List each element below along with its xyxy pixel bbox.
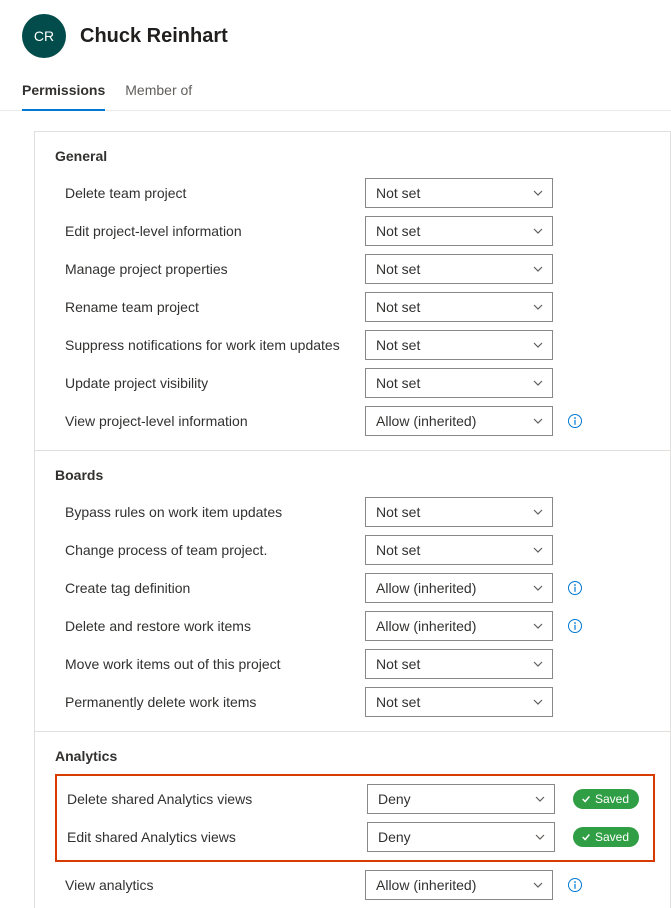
saved-badge: Saved (573, 789, 639, 809)
perm-label: Bypass rules on work item updates (65, 504, 365, 520)
section-title-general: General (35, 132, 670, 174)
chevron-down-icon (534, 793, 546, 805)
perm-select-suppress-notifications[interactable]: Not set (365, 330, 553, 360)
tab-permissions[interactable]: Permissions (22, 72, 105, 110)
perm-select-delete-analytics-views[interactable]: Deny (367, 784, 555, 814)
select-value: Not set (376, 504, 420, 520)
chevron-down-icon (532, 339, 544, 351)
perm-row-change-process: Change process of team project. Not set (35, 531, 670, 569)
perm-select-view-analytics[interactable]: Allow (inherited) (365, 870, 553, 900)
select-value: Not set (376, 185, 420, 201)
perm-label: Suppress notifications for work item upd… (65, 337, 365, 353)
perm-select-delete-team-project[interactable]: Not set (365, 178, 553, 208)
select-value: Not set (376, 694, 420, 710)
select-value: Not set (376, 375, 420, 391)
perm-row-delete-restore: Delete and restore work items Allow (inh… (35, 607, 670, 645)
perm-label: Manage project properties (65, 261, 365, 277)
chevron-down-icon (534, 831, 546, 843)
perm-select-move-out[interactable]: Not set (365, 649, 553, 679)
perm-label: Delete shared Analytics views (67, 791, 367, 807)
section-title-boards: Boards (35, 451, 670, 493)
select-value: Not set (376, 299, 420, 315)
user-header: CR Chuck Reinhart (0, 0, 671, 66)
perm-row-view-project-info: View project-level information Allow (in… (35, 402, 670, 440)
select-value: Allow (inherited) (376, 580, 476, 596)
chevron-down-icon (532, 582, 544, 594)
info-icon[interactable] (567, 877, 583, 893)
perm-row-delete-team-project: Delete team project Not set (35, 174, 670, 212)
perm-label: Update project visibility (65, 375, 365, 391)
perm-select-view-project-info[interactable]: Allow (inherited) (365, 406, 553, 436)
check-icon (581, 794, 591, 804)
perm-select-bypass-rules[interactable]: Not set (365, 497, 553, 527)
chevron-down-icon (532, 225, 544, 237)
perm-label: Delete and restore work items (65, 618, 365, 634)
select-value: Not set (376, 542, 420, 558)
chevron-down-icon (532, 415, 544, 427)
chevron-down-icon (532, 620, 544, 632)
perm-row-bypass-rules: Bypass rules on work item updates Not se… (35, 493, 670, 531)
select-value: Not set (376, 337, 420, 353)
select-value: Allow (inherited) (376, 413, 476, 429)
perm-row-update-visibility: Update project visibility Not set (35, 364, 670, 402)
highlight-box: Delete shared Analytics views Deny Saved… (55, 774, 655, 862)
tab-member-of[interactable]: Member of (125, 72, 192, 110)
select-value: Not set (376, 656, 420, 672)
perm-select-perm-delete[interactable]: Not set (365, 687, 553, 717)
permissions-panel: General Delete team project Not set Edit… (34, 131, 671, 908)
chevron-down-icon (532, 187, 544, 199)
perm-select-delete-restore[interactable]: Allow (inherited) (365, 611, 553, 641)
info-icon[interactable] (567, 413, 583, 429)
perm-label: Create tag definition (65, 580, 365, 596)
perm-row-suppress-notifications: Suppress notifications for work item upd… (35, 326, 670, 364)
perm-row-manage-project-props: Manage project properties Not set (35, 250, 670, 288)
chevron-down-icon (532, 658, 544, 670)
chevron-down-icon (532, 879, 544, 891)
chevron-down-icon (532, 544, 544, 556)
select-value: Not set (376, 261, 420, 277)
perm-row-edit-analytics-views: Edit shared Analytics views Deny Saved (57, 818, 651, 856)
perm-label: Permanently delete work items (65, 694, 365, 710)
perm-label: Rename team project (65, 299, 365, 315)
perm-label: Move work items out of this project (65, 656, 365, 672)
select-value: Not set (376, 223, 420, 239)
perm-row-create-tag: Create tag definition Allow (inherited) (35, 569, 670, 607)
info-icon[interactable] (567, 618, 583, 634)
tab-bar: Permissions Member of (0, 66, 671, 111)
perm-select-edit-project-info[interactable]: Not set (365, 216, 553, 246)
chevron-down-icon (532, 301, 544, 313)
chevron-down-icon (532, 506, 544, 518)
perm-label: Delete team project (65, 185, 365, 201)
select-value: Allow (inherited) (376, 618, 476, 634)
perm-select-rename-team-project[interactable]: Not set (365, 292, 553, 322)
perm-row-rename-team-project: Rename team project Not set (35, 288, 670, 326)
perm-select-update-visibility[interactable]: Not set (365, 368, 553, 398)
perm-row-edit-project-info: Edit project-level information Not set (35, 212, 670, 250)
info-icon[interactable] (567, 580, 583, 596)
chevron-down-icon (532, 696, 544, 708)
perm-select-change-process[interactable]: Not set (365, 535, 553, 565)
select-value: Deny (378, 829, 411, 845)
perm-label: Change process of team project. (65, 542, 365, 558)
select-value: Deny (378, 791, 411, 807)
perm-select-create-tag[interactable]: Allow (inherited) (365, 573, 553, 603)
perm-label: Edit project-level information (65, 223, 365, 239)
perm-row-delete-analytics-views: Delete shared Analytics views Deny Saved (57, 780, 651, 818)
perm-select-manage-project-props[interactable]: Not set (365, 254, 553, 284)
saved-badge: Saved (573, 827, 639, 847)
perm-label: View project-level information (65, 413, 365, 429)
user-name: Chuck Reinhart (80, 25, 228, 48)
perm-label: View analytics (65, 877, 365, 893)
avatar: CR (22, 14, 66, 58)
perm-row-view-analytics: View analytics Allow (inherited) (35, 866, 670, 904)
perm-row-move-out: Move work items out of this project Not … (35, 645, 670, 683)
select-value: Allow (inherited) (376, 877, 476, 893)
check-icon (581, 832, 591, 842)
perm-row-perm-delete: Permanently delete work items Not set (35, 683, 670, 721)
chevron-down-icon (532, 263, 544, 275)
perm-label: Edit shared Analytics views (67, 829, 367, 845)
chevron-down-icon (532, 377, 544, 389)
section-title-analytics: Analytics (35, 732, 670, 774)
